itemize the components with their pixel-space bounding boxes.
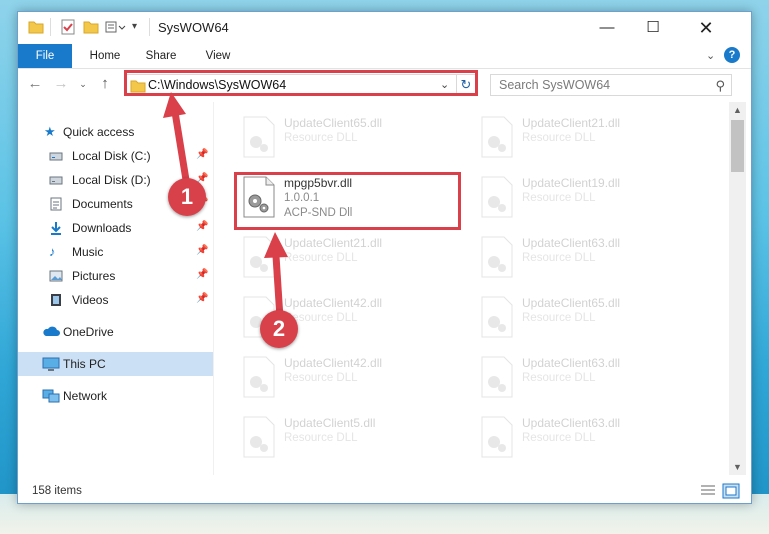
annotation-arrow-1	[171, 111, 191, 187]
annotation-arrow-2	[272, 255, 284, 319]
annotation-arrow-1-head	[163, 92, 186, 118]
annotation-arrows	[163, 92, 288, 319]
step-badge-2: 2	[260, 310, 298, 348]
annotation-arrow-2-head	[264, 232, 288, 258]
step-badge-1: 1	[168, 178, 206, 216]
